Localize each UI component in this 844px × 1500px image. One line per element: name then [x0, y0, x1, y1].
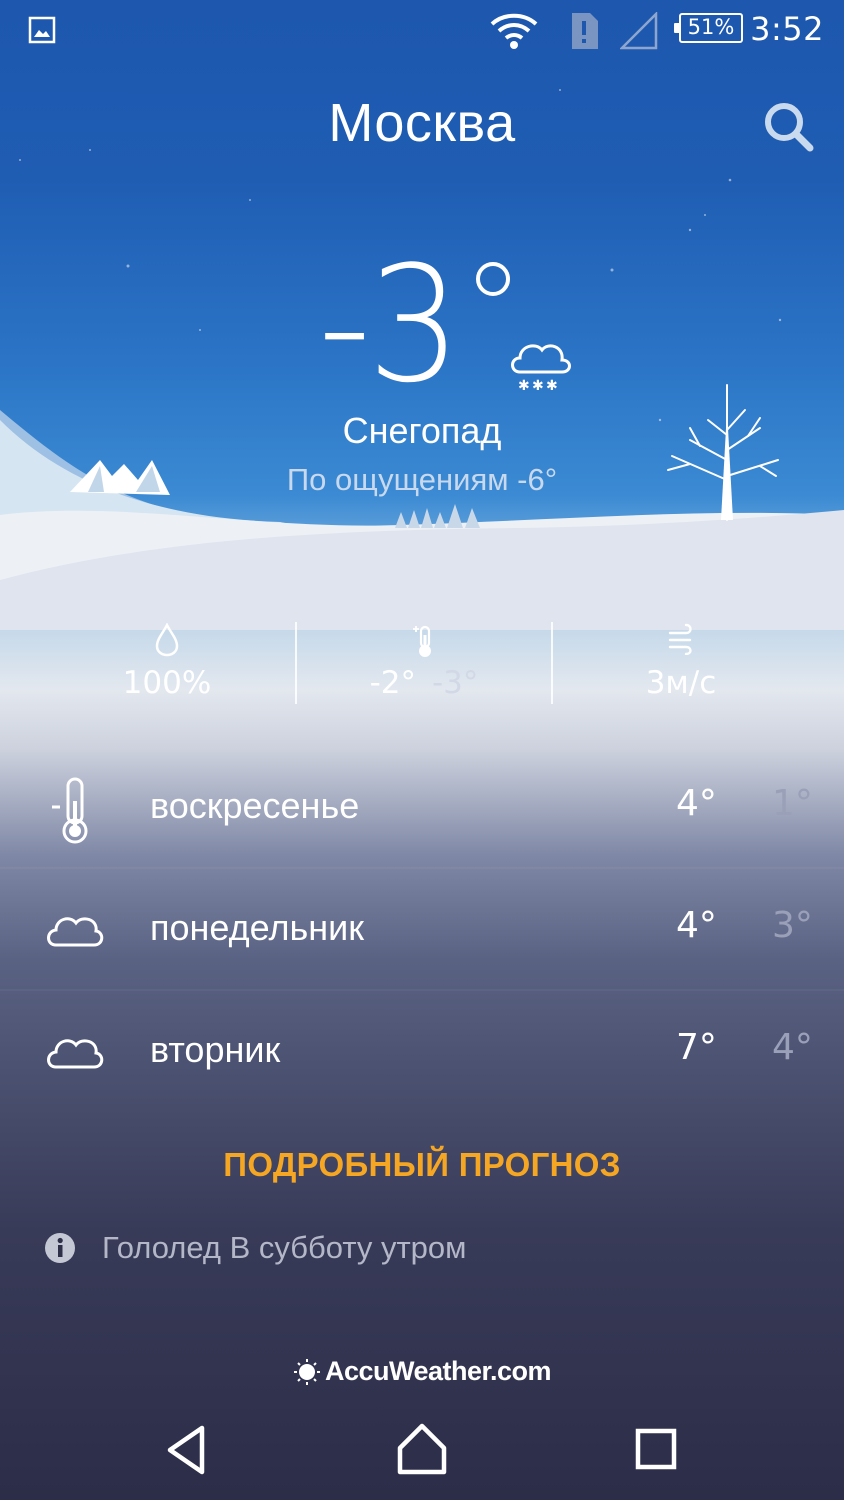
forecast-high: 4°: [676, 905, 717, 946]
thermometer-icon: [413, 625, 431, 657]
sim-alert-icon: [572, 13, 598, 49]
drop-icon: [155, 623, 179, 657]
recents-icon[interactable]: [627, 1420, 687, 1480]
cloud-icon: [47, 917, 104, 947]
degree-symbol: [476, 262, 510, 296]
svg-text:✱: ✱: [532, 378, 544, 394]
wifi-icon: [490, 13, 538, 49]
forecast-low: 4°: [772, 1027, 813, 1068]
temperature-range-stat: -2° -3°: [284, 615, 564, 715]
detailed-forecast-link[interactable]: ПОДРОБНЫЙ ПРОГНОЗ: [0, 1146, 844, 1184]
navigation-bar: [0, 1398, 844, 1500]
current-temperature: -3: [318, 231, 461, 418]
humidity-value: 100%: [122, 665, 212, 701]
wind-stat: 3м/с: [541, 615, 821, 715]
stats-divider: [551, 622, 553, 704]
forecast-day: воскресенье: [150, 785, 360, 826]
search-icon[interactable]: [760, 98, 816, 154]
wind-value: 3м/с: [645, 665, 717, 701]
brand-text: AccuWeather.com: [324, 1356, 552, 1386]
thermometer-icon: [52, 777, 88, 844]
forecast-day: понедельник: [150, 907, 364, 948]
status-time: 3:52: [750, 10, 824, 48]
battery-icon: 51%: [674, 13, 743, 43]
snow-cloud-icon: ✱ ✱ ✱: [511, 344, 571, 394]
forecast-row[interactable]: воскресенье 4° 1°: [0, 745, 844, 867]
cloud-icon: [47, 1039, 104, 1069]
svg-text:✱: ✱: [546, 378, 558, 394]
range-high: -2°: [369, 665, 416, 701]
forecast-low: 3°: [772, 905, 813, 946]
forecast-row[interactable]: понедельник 4° 3°: [0, 867, 844, 989]
forecast-high: 4°: [676, 783, 717, 824]
wind-icon: [668, 623, 692, 655]
accuweather-brand[interactable]: AccuWeather.com: [0, 1356, 844, 1392]
signal-icon: [620, 12, 658, 50]
stats-divider: [295, 622, 297, 704]
gallery-icon: [28, 16, 56, 44]
alert-text: Гололед В субботу утром: [102, 1230, 467, 1265]
daily-forecast-list: воскресенье 4° 1° понедельник 4° 3° втор…: [0, 745, 844, 1111]
svg-text:✱: ✱: [518, 378, 530, 394]
feels-like: По ощущениям -6°: [286, 462, 558, 497]
forecast-low: 1°: [772, 783, 813, 824]
info-icon: [45, 1233, 75, 1263]
range-low: -3°: [432, 665, 479, 701]
home-icon[interactable]: [392, 1420, 452, 1480]
forecast-high: 7°: [676, 1027, 717, 1068]
humidity-stat: 100%: [27, 615, 307, 715]
forecast-row[interactable]: вторник 7° 4°: [0, 989, 844, 1111]
current-condition: Снегопад: [342, 410, 502, 451]
forecast-day: вторник: [150, 1029, 281, 1070]
weather-screen: 51% 3:52 Москва -3 ✱ ✱ ✱ Снегопад По ощуще…: [0, 0, 844, 1500]
city-name[interactable]: Москва: [0, 92, 844, 154]
temperature-range: -2° -3°: [284, 665, 564, 701]
sun-logo-icon: [293, 1358, 320, 1385]
battery-level: 51%: [687, 15, 735, 39]
status-bar: 51% 3:52: [0, 0, 844, 62]
current-stats: 100% -2° -3° 3м/с: [0, 615, 844, 715]
back-icon[interactable]: [158, 1420, 218, 1480]
